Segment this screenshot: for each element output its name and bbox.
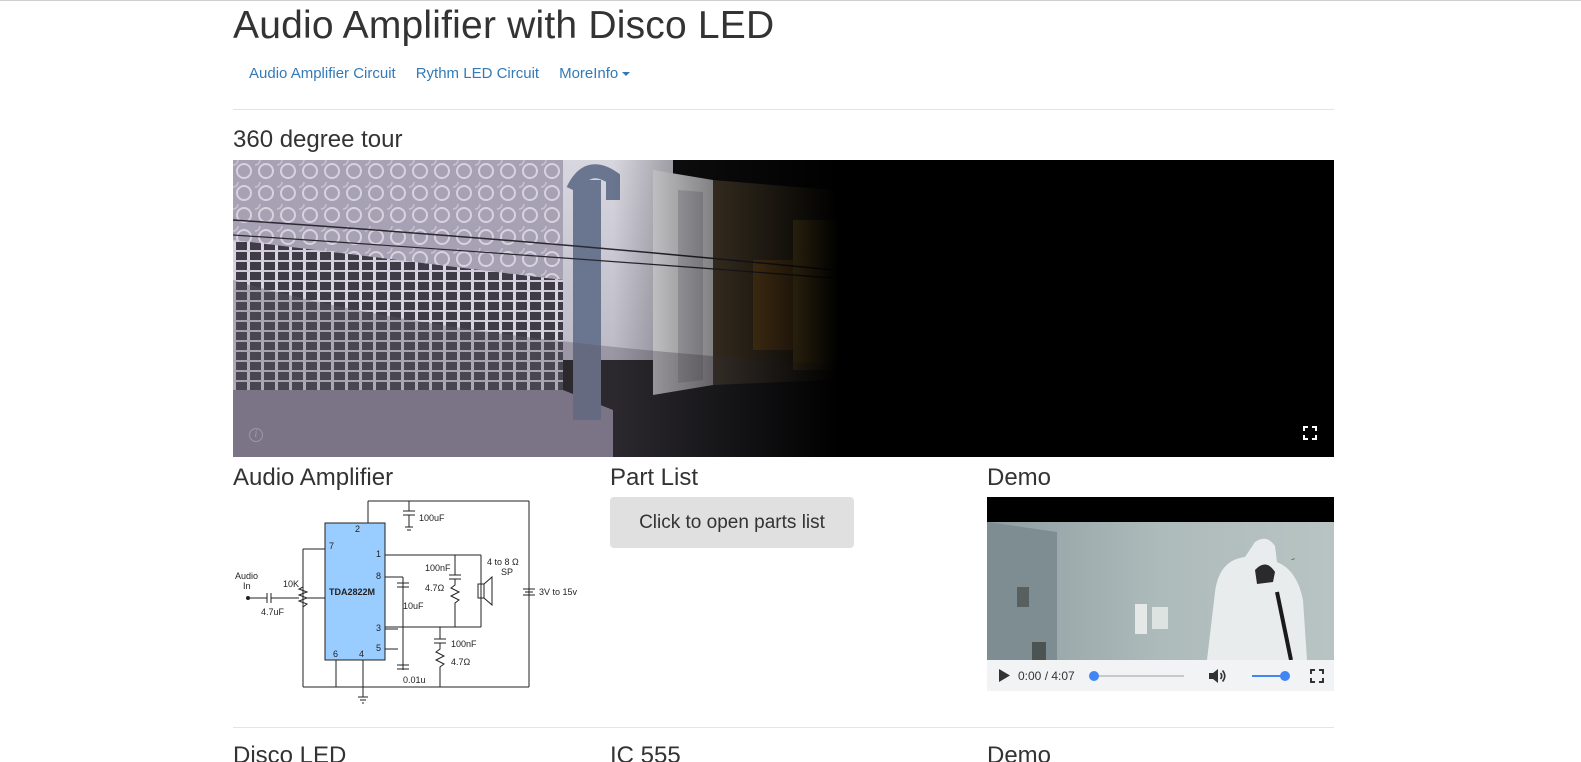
schematic-pin: 3 [376, 623, 381, 633]
schematic-label: 100nF [425, 563, 451, 573]
video-controls: 0:00 / 4:07 [987, 660, 1334, 691]
info-icon[interactable]: i [249, 428, 263, 442]
demo-heading-2: Demo [987, 742, 1052, 762]
top-border [0, 0, 1581, 1]
nav-moreinfo-dropdown[interactable]: MoreInfo [549, 62, 640, 88]
video-frame: ~ [987, 522, 1334, 660]
schematic-label: SP [501, 567, 513, 577]
schematic-label: 10K [283, 579, 299, 589]
play-icon[interactable] [998, 669, 1010, 682]
schematic-label: 100nF [451, 639, 477, 649]
schematic-label: 4.7Ω [451, 657, 471, 667]
divider [233, 109, 1334, 110]
volume-icon[interactable] [1209, 668, 1227, 684]
nav-moreinfo-label: MoreInfo [559, 65, 619, 82]
schematic-pin: 7 [329, 541, 334, 551]
video-time: 0:00 / 4:07 [1018, 669, 1075, 683]
demo-video-player[interactable]: ~ 0:00 / 4:07 [987, 497, 1334, 691]
parts-heading: Part List [610, 464, 699, 491]
schematic-pin: 8 [376, 571, 381, 581]
schematic-chip-label: TDA2822M [329, 587, 375, 597]
schematic-pin: 1 [376, 549, 381, 559]
panorama-image [233, 160, 838, 457]
schematic-label: 4.7uF [261, 607, 285, 617]
schematic-pin: 4 [359, 649, 364, 659]
nav-audio-amplifier-circuit[interactable]: Audio Amplifier Circuit [233, 62, 406, 88]
schematic-label: Audio [235, 571, 258, 581]
caret-down-icon [622, 72, 631, 77]
schematic-label: 0.01u [403, 675, 426, 685]
panorama-viewer[interactable]: i [233, 160, 1334, 457]
fullscreen-icon[interactable] [1303, 426, 1317, 440]
video-progress-knob[interactable] [1089, 671, 1099, 681]
open-parts-list-button[interactable]: Click to open parts list [610, 497, 854, 548]
schematic-label: 100uF [419, 513, 445, 523]
schematic-pin: 2 [355, 524, 360, 534]
tour-heading: 360 degree tour [233, 126, 403, 153]
divider [233, 727, 1334, 728]
fullscreen-icon[interactable] [1310, 669, 1324, 683]
page-title: Audio Amplifier with Disco LED [233, 4, 775, 47]
main-nav: Audio Amplifier Circuit Rythm LED Circui… [233, 62, 640, 88]
schematic-label: 4.7Ω [425, 583, 445, 593]
disco-led-heading: Disco LED [233, 742, 347, 762]
schematic-label: In [243, 581, 251, 591]
demo-heading: Demo [987, 464, 1052, 491]
amplifier-schematic: TDA2822M Audio In 10K 4.7uF 100uF 10uF 1… [235, 500, 578, 704]
schematic-label: 3V to 15v [539, 587, 578, 597]
schematic-pin: 6 [333, 649, 338, 659]
nav-rythm-led-circuit[interactable]: Rythm LED Circuit [406, 62, 549, 88]
volume-knob[interactable] [1280, 671, 1290, 681]
schematic-label: 4 to 8 Ω [487, 557, 519, 567]
video-progress-slider[interactable] [1089, 671, 1184, 681]
volume-slider[interactable] [1252, 671, 1290, 681]
amplifier-heading: Audio Amplifier [233, 464, 394, 491]
ic555-heading: IC 555 [610, 742, 681, 762]
schematic-pin: 5 [376, 643, 381, 653]
schematic-label: 10uF [403, 601, 424, 611]
